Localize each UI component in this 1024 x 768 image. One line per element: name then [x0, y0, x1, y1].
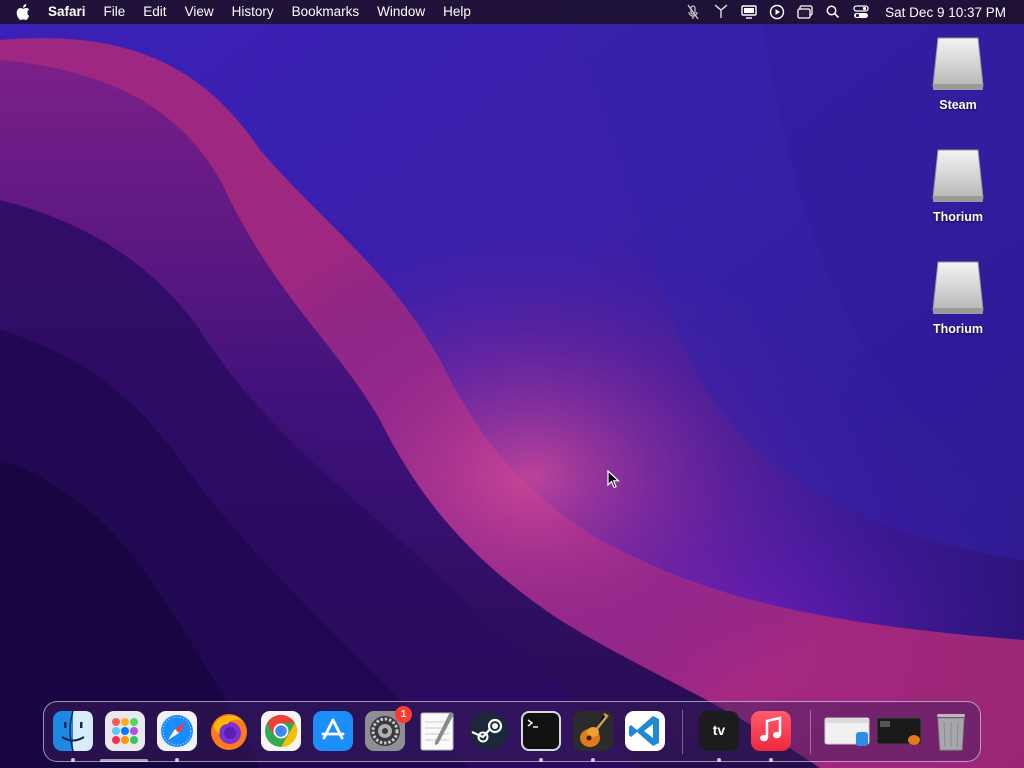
running-indicator: [71, 758, 75, 762]
minimized-window-1-icon: [824, 717, 870, 746]
garageband-icon: [573, 711, 613, 751]
running-indicator: [539, 758, 543, 762]
dock-separator: [682, 710, 683, 754]
dock-app-store[interactable]: [312, 710, 354, 752]
running-indicator: [591, 758, 595, 762]
notification-badge: 1: [395, 706, 412, 723]
finder-icon: [53, 710, 93, 752]
menu-view[interactable]: View: [176, 0, 223, 24]
safari-icon: [157, 711, 197, 751]
dock-vscode[interactable]: [624, 710, 666, 752]
drive-icon: [932, 261, 984, 314]
desktop-wallpaper: [0, 0, 1024, 768]
minimized-window-2-icon: [876, 717, 922, 745]
chrome-icon: [261, 711, 301, 751]
display-icon[interactable]: [735, 0, 763, 24]
menu-bar: Safari File Edit View History Bookmarks …: [0, 0, 1024, 24]
menu-history[interactable]: History: [223, 0, 283, 24]
desktop-icon-label: Steam: [939, 98, 977, 112]
dock-textedit[interactable]: [416, 710, 458, 752]
dock-garageband[interactable]: [572, 710, 614, 752]
dock-separator: [810, 710, 811, 754]
running-indicator: [717, 758, 721, 762]
terminal-icon: [521, 711, 561, 751]
wifi-icon[interactable]: [707, 0, 735, 24]
menu-bookmarks[interactable]: Bookmarks: [283, 0, 369, 24]
running-indicator: [100, 759, 148, 762]
dock-chrome[interactable]: [260, 710, 302, 752]
menu-app-name[interactable]: Safari: [38, 0, 95, 24]
dock-music[interactable]: [750, 710, 792, 752]
dock-steam[interactable]: [468, 710, 510, 752]
dock-finder[interactable]: [52, 710, 94, 752]
launchpad-icon: [105, 711, 145, 751]
dock-minimized-window-1[interactable]: [824, 710, 872, 752]
app-store-icon: [313, 711, 353, 751]
steam-icon: [470, 712, 508, 750]
search-icon[interactable]: [819, 0, 847, 24]
menu-edit[interactable]: Edit: [134, 0, 175, 24]
apple-icon[interactable]: [0, 4, 38, 20]
window-icon[interactable]: [791, 0, 819, 24]
menu-file[interactable]: File: [95, 0, 135, 24]
firefox-icon: [211, 714, 247, 750]
textedit-icon: [420, 712, 454, 751]
dock-system-settings[interactable]: 1: [364, 706, 412, 752]
play-circle-icon[interactable]: [763, 0, 791, 24]
menu-window[interactable]: Window: [368, 0, 434, 24]
dock: 1 tv: [43, 701, 981, 762]
dock-terminal[interactable]: [520, 710, 562, 752]
mouse-cursor-icon: [607, 470, 621, 489]
dock-safari[interactable]: [156, 710, 198, 752]
menubar-clock[interactable]: Sat Dec 9 10:37 PM: [875, 5, 1024, 20]
desktop-drive-steam[interactable]: Steam: [913, 34, 1003, 112]
apple-tv-label: tv: [712, 722, 726, 738]
dock-minimized-window-2[interactable]: [876, 710, 924, 752]
drive-icon: [932, 149, 984, 202]
mic-off-icon[interactable]: [679, 0, 707, 24]
desktop-drive-thorium-1[interactable]: Thorium: [913, 146, 1003, 224]
music-icon: [751, 711, 791, 751]
running-indicator: [175, 758, 179, 762]
dock-apple-tv[interactable]: tv: [698, 710, 740, 752]
dock-launchpad[interactable]: [104, 710, 146, 752]
running-indicator: [769, 758, 773, 762]
trash-icon: [937, 714, 965, 751]
menu-help[interactable]: Help: [434, 0, 480, 24]
desktop-icon-label: Thorium: [933, 210, 983, 224]
desktop-icon-label: Thorium: [933, 322, 983, 336]
drive-icon: [932, 37, 984, 90]
desktop-drive-thorium-2[interactable]: Thorium: [913, 258, 1003, 336]
vscode-icon: [625, 711, 665, 751]
dock-firefox[interactable]: [208, 710, 250, 752]
control-center-icon[interactable]: [847, 0, 875, 24]
dock-trash[interactable]: [930, 710, 972, 752]
